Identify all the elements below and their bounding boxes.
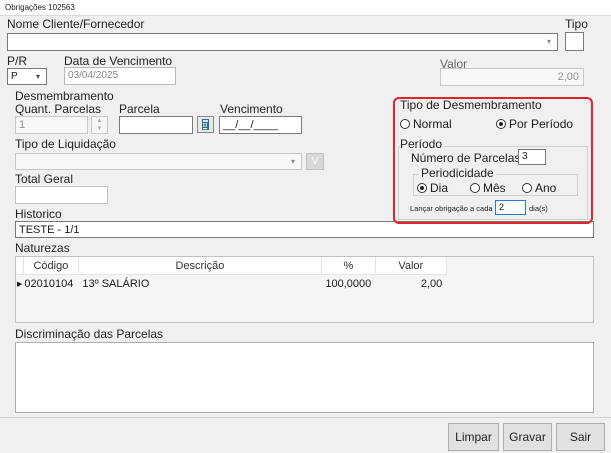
limpar-button[interactable]: Limpar (448, 423, 499, 451)
col-valor-header[interactable]: Valor (375, 257, 447, 275)
desmembramento-label: Desmembramento (15, 89, 114, 103)
client-combo[interactable]: ▾ (7, 33, 558, 51)
calculator-icon (202, 119, 209, 130)
radio-ano[interactable]: Ano (522, 181, 556, 195)
col-percent-header[interactable]: % (321, 257, 376, 275)
tipo-label: Tipo (565, 17, 588, 31)
quant-parcelas-label: Quant. Parcelas (15, 102, 102, 116)
naturezas-grid[interactable]: Código Descrição % Valor ▶ 02010104 13º … (15, 256, 594, 323)
window-title: Obrigações 102563 (0, 0, 611, 16)
parcela-label: Parcela (119, 102, 160, 116)
row-indicator-header (16, 257, 24, 275)
bottom-divider (0, 417, 611, 418)
quant-parcelas-field: 1 (15, 116, 88, 134)
radio-normal[interactable]: Normal (400, 117, 452, 131)
chevron-down-icon[interactable]: ▾ (286, 155, 300, 168)
vencimento-field[interactable]: __/__/____ (219, 116, 302, 134)
numero-parcelas-field[interactable]: 3 (518, 149, 546, 165)
radio-dia-label: Dia (430, 181, 449, 195)
radio-mes-indicator[interactable] (470, 183, 480, 193)
lancar-unit: dia(s) (529, 204, 548, 213)
radio-mes-label: Mês (483, 181, 506, 195)
cell-descricao[interactable]: 13º SALÁRIO (78, 275, 321, 293)
radio-dia-indicator[interactable] (417, 183, 427, 193)
tipo-liquidacao-label: Tipo de Liquidação (15, 137, 116, 151)
cell-percent[interactable]: 100,0000 (321, 275, 375, 293)
calculator-button[interactable] (197, 116, 214, 133)
total-geral-field[interactable] (15, 186, 108, 204)
data-vencimento-label: Data de Vencimento (64, 54, 173, 68)
parcela-field[interactable] (119, 116, 193, 134)
client-label: Nome Cliente/Fornecedor (7, 17, 145, 31)
v-button[interactable]: V (306, 153, 324, 170)
radio-mes[interactable]: Mês (470, 181, 506, 195)
gravar-button[interactable]: Gravar (503, 423, 552, 451)
historico-label: Historico (15, 207, 62, 221)
periodicidade-label: Periodicidade (419, 166, 496, 180)
radio-por-periodo-label: Por Período (509, 117, 574, 131)
sair-button[interactable]: Sair (556, 423, 605, 451)
tipo-liquidacao-combo[interactable]: ▾ (15, 153, 302, 170)
discriminacao-area[interactable] (15, 342, 594, 413)
total-geral-label: Total Geral (15, 172, 74, 186)
valor-field: 2,00 (440, 68, 584, 86)
tipo-field[interactable] (565, 32, 584, 51)
col-descricao-header[interactable]: Descrição (78, 257, 322, 275)
tipo-desmembramento-label: Tipo de Desmembramento (400, 98, 542, 112)
pr-value: P (11, 71, 18, 82)
cell-valor[interactable]: 2,00 (375, 275, 446, 293)
radio-dia[interactable]: Dia (417, 181, 448, 195)
numero-parcelas-label: Número de Parcelas (411, 151, 521, 165)
table-row[interactable]: ▶ 02010104 13º SALÁRIO 100,0000 2,00 (16, 275, 446, 293)
chevron-down-icon[interactable]: ▾ (31, 70, 45, 83)
radio-ano-label: Ano (535, 181, 557, 195)
row-pointer-icon: ▶ (17, 280, 23, 288)
naturezas-table: Código Descrição % Valor ▶ 02010104 13º … (16, 257, 447, 292)
radio-ano-indicator[interactable] (522, 183, 532, 193)
vencimento-label: Vencimento (220, 102, 283, 116)
discriminacao-label: Discriminação das Parcelas (15, 327, 164, 341)
radio-por-periodo[interactable]: Por Período (496, 117, 573, 131)
cell-codigo[interactable]: 02010104 (23, 275, 78, 293)
pr-label: P/R (7, 54, 28, 68)
chevron-down-icon[interactable]: ▾ (542, 35, 556, 49)
lancar-field[interactable]: 2 (495, 200, 526, 215)
pr-select[interactable]: P ▾ (7, 68, 47, 85)
quant-stepper[interactable]: ▲ ▼ (91, 116, 108, 134)
data-vencimento-field[interactable]: 03/04/2025 (64, 67, 176, 85)
radio-normal-indicator[interactable] (400, 119, 410, 129)
radio-por-periodo-indicator[interactable] (496, 119, 506, 129)
naturezas-label: Naturezas (15, 241, 70, 255)
radio-normal-label: Normal (413, 117, 452, 131)
periodo-label: Período (400, 137, 445, 151)
col-codigo-header[interactable]: Código (23, 257, 79, 275)
naturezas-header-row: Código Descrição % Valor (16, 257, 447, 275)
lancar-label: Lançar obrigação a cada (410, 204, 493, 213)
